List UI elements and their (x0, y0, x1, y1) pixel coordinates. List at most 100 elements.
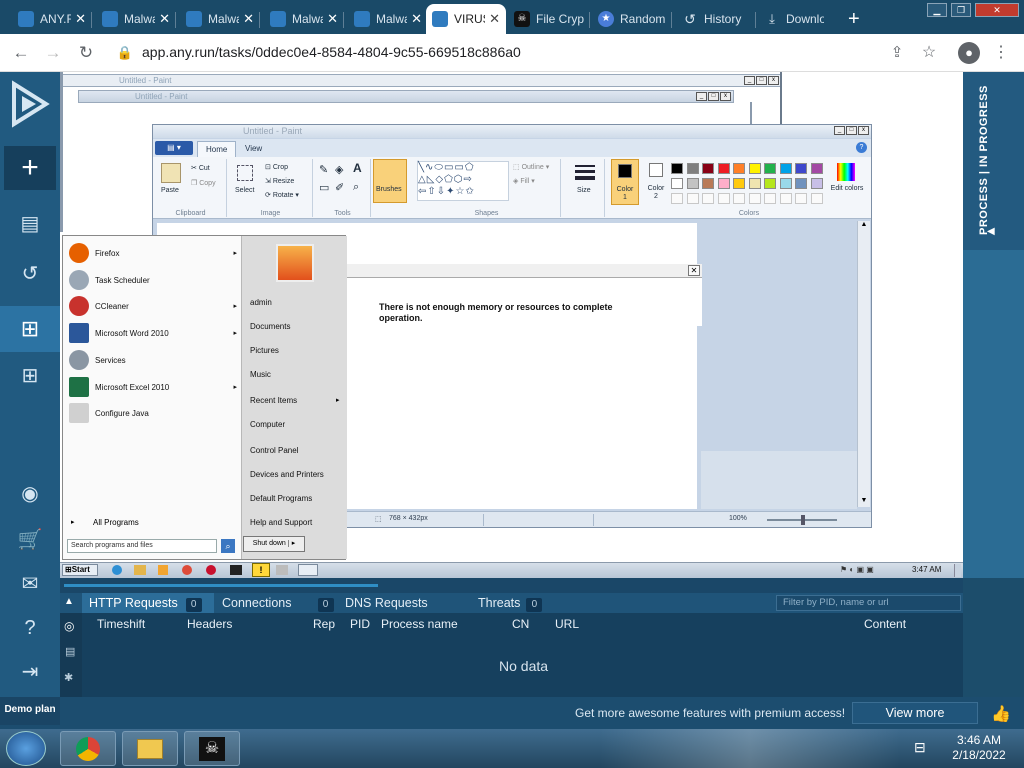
palette-swatch[interactable] (810, 178, 823, 189)
palette-swatch[interactable] (795, 178, 807, 189)
tray-icons[interactable]: ⚑ ◐ ▣ ▣ (840, 565, 874, 574)
windows-task-active[interactable]: ⊞ (0, 306, 60, 352)
close-tab-icon[interactable]: ✕ (489, 11, 500, 27)
palette-swatch[interactable] (779, 163, 792, 174)
close-tab-icon[interactable]: ✕ (327, 11, 338, 27)
col-url[interactable]: URL (555, 617, 579, 631)
palette-swatch[interactable] (686, 163, 699, 174)
new-task-button[interactable]: + (4, 146, 56, 190)
start-item-firefox[interactable]: Firefox ▸ (69, 241, 241, 265)
palette-swatch-empty[interactable] (779, 193, 792, 204)
browser-tab[interactable]: Malware ✕ (348, 4, 428, 34)
select-icon[interactable] (237, 165, 253, 181)
cmd-icon[interactable] (230, 565, 242, 575)
col-process-name[interactable]: Process name (381, 617, 458, 631)
col-content[interactable]: Content (864, 617, 906, 631)
rotate-button[interactable]: ⟳ Rotate ▾ (265, 191, 299, 199)
shutdown-button[interactable]: Shut down ▸ (243, 536, 305, 552)
start-menu[interactable]: Firefox ▸ Task Scheduler CCleaner ▸ Micros… (62, 235, 347, 560)
start-link-control-panel[interactable]: Control Panel (250, 446, 298, 455)
text-tool-icon[interactable]: A (353, 161, 362, 175)
palette-swatch-empty[interactable] (686, 193, 699, 204)
palette-swatch[interactable] (733, 178, 745, 189)
ie-icon[interactable] (112, 565, 122, 575)
cut-button[interactable]: ✂ Cut (191, 164, 210, 172)
tab-threats[interactable]: Threats 0 (478, 593, 552, 613)
close-tab-icon[interactable]: ✕ (75, 11, 86, 27)
palette-swatch[interactable] (702, 178, 714, 189)
palette-swatch[interactable] (717, 163, 730, 174)
start-search-input[interactable]: Search programs and files (67, 539, 217, 553)
profile-avatar-icon[interactable]: ● (958, 42, 980, 64)
logout-icon[interactable]: ⇥ (14, 656, 46, 688)
browser-tab[interactable]: Malware ✕ (180, 4, 260, 34)
palette-swatch[interactable] (764, 163, 776, 174)
chrome-menu-icon[interactable]: ⋮ (990, 42, 1012, 64)
network-tray-icon[interactable]: ⊟ (914, 739, 926, 756)
start-link-help-support[interactable]: Help and Support (250, 518, 312, 527)
color-picker-icon[interactable]: ✐ (335, 181, 344, 194)
col-timeshift[interactable]: Timeshift (97, 617, 145, 631)
reports-icon[interactable]: ▤ (14, 208, 46, 240)
back-icon[interactable]: ← (10, 42, 32, 64)
palette-swatch[interactable] (717, 178, 730, 189)
scroll-down-icon[interactable]: ▼ (858, 497, 870, 507)
palette-swatch[interactable] (810, 163, 823, 174)
close-tab-icon[interactable]: ✕ (243, 11, 254, 27)
start-link-devices-printers[interactable]: Devices and Printers (250, 470, 324, 479)
vertical-scrollbar[interactable]: ▲ ▼ (857, 221, 870, 507)
bookmark-star-icon[interactable]: ☆ (918, 42, 940, 64)
demo-plan-badge[interactable]: Demo plan (0, 697, 60, 725)
close-dialog-button[interactable]: ✕ (688, 265, 700, 276)
lock-icon[interactable]: 🔒 (114, 42, 136, 64)
pencil-icon[interactable]: ✎ (319, 163, 328, 176)
tab-connections[interactable]: Connections 0 (222, 593, 336, 613)
close-tab-icon[interactable]: ✕ (411, 11, 422, 27)
error-dialog[interactable]: ✕ There is not enough memory or resource… (345, 264, 702, 326)
globe-icon[interactable]: ◎ (64, 619, 74, 633)
app-icon[interactable] (276, 565, 288, 575)
taskbar-file-crypt[interactable]: ☠ (184, 731, 240, 766)
warning-icon[interactable]: ! (252, 563, 270, 577)
browser-tab[interactable]: ☠ File Crypt (508, 4, 590, 34)
all-programs-button[interactable]: All Programs (93, 518, 139, 527)
color2-button[interactable]: Color 2 (643, 159, 671, 205)
windows-icon[interactable]: ⊞ (14, 360, 46, 392)
share-icon[interactable]: ⇪ (886, 42, 908, 64)
windows-start-orb-icon[interactable] (6, 731, 46, 766)
browser-tab[interactable]: ↺ History (676, 4, 756, 34)
tab-home[interactable]: Home (197, 141, 237, 157)
paint-maximize-button[interactable]: □ (846, 126, 857, 135)
taskbar-explorer[interactable] (122, 731, 178, 766)
size-button[interactable]: Size (577, 187, 591, 194)
browser-tab[interactable]: ⤓ Downloads (758, 4, 830, 34)
palette-swatch[interactable] (748, 163, 761, 174)
col-cn[interactable]: CN (512, 617, 529, 631)
zoom-slider-thumb[interactable] (801, 515, 805, 525)
palette-swatch[interactable] (671, 178, 683, 189)
start-link-music[interactable]: Music (250, 370, 271, 379)
anyrun-logo-icon[interactable] (8, 80, 52, 128)
chrome-icon[interactable] (182, 565, 192, 575)
paint-task-button[interactable] (298, 564, 318, 576)
palette-swatch-empty[interactable] (764, 193, 776, 204)
media-player-icon[interactable] (158, 565, 168, 575)
palette-swatch[interactable] (671, 163, 683, 174)
restore-window-button[interactable]: ❐ (951, 3, 971, 17)
palette-swatch-empty[interactable] (748, 193, 761, 204)
magnifier-icon[interactable]: ⌕ (353, 181, 359, 194)
shapes-gallery[interactable]: ╲∿⬭▭▭⬠ △◺◇⬠⬡⇨ ⇦⇧⇩✦☆✩ (417, 161, 509, 201)
collapse-panel-icon[interactable]: ▲ (64, 596, 74, 607)
col-pid[interactable]: PID (350, 617, 370, 631)
host-clock[interactable]: 3:46 AM 2/18/2022 (936, 733, 1022, 763)
start-item-services[interactable]: Services (69, 348, 241, 372)
browser-tab[interactable]: Malware ✕ (96, 4, 176, 34)
palette-swatch[interactable] (748, 178, 761, 189)
thumbs-up-icon[interactable]: 👍 (991, 704, 1011, 724)
opera-icon[interactable] (206, 565, 216, 575)
start-link-computer[interactable]: Computer (250, 420, 285, 429)
palette-swatch[interactable] (764, 178, 776, 189)
color1-button[interactable]: Color 1 (611, 159, 639, 205)
palette-swatch-empty[interactable] (717, 193, 730, 204)
select-button[interactable]: Select (235, 187, 254, 194)
